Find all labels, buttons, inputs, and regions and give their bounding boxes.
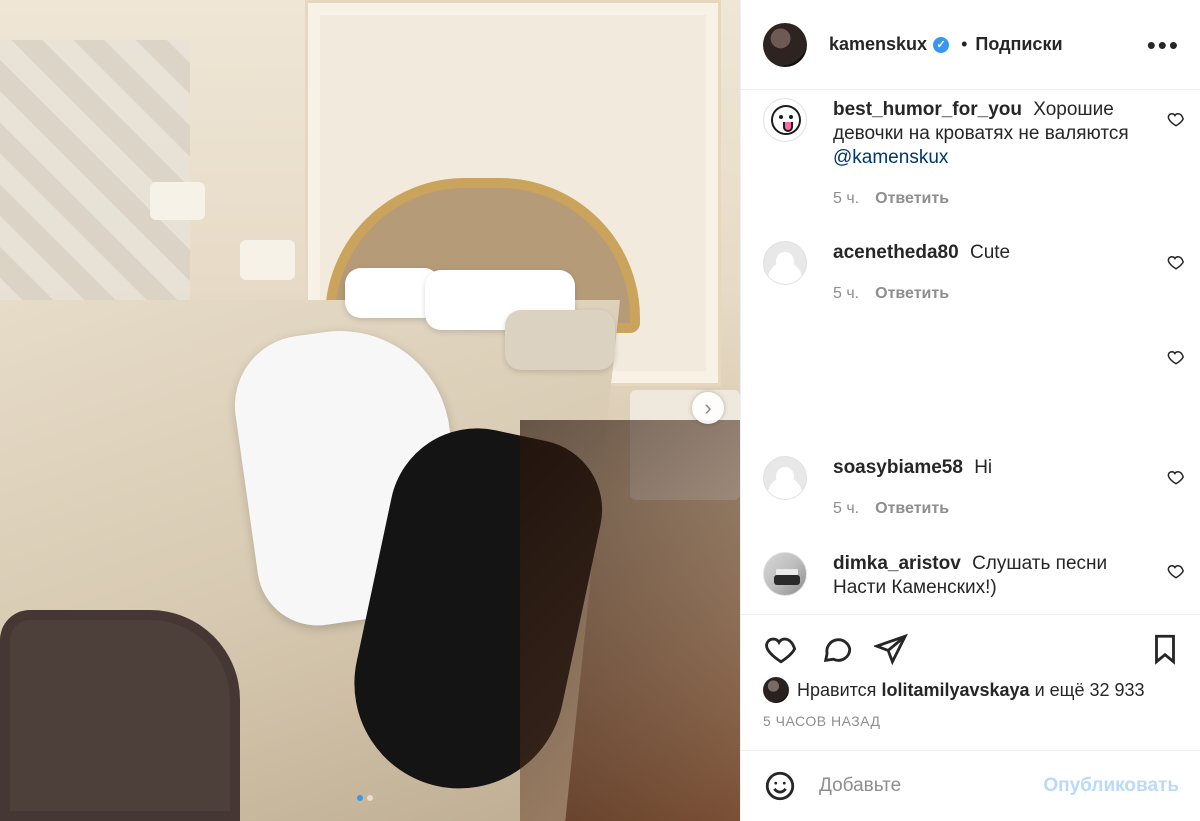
comment-body: Cute	[969, 242, 1011, 263]
comment-username[interactable]: acenetheda80	[833, 242, 959, 263]
chevron-right-icon: ›	[704, 395, 712, 420]
comment-time: 5 ч.	[833, 500, 860, 517]
post-photo: ›	[0, 0, 740, 821]
heart-outline-icon[interactable]	[1167, 562, 1185, 580]
chair	[0, 610, 240, 821]
likes-user[interactable]: lolitamilyavskaya	[881, 680, 1029, 700]
post-timestamp[interactable]: 5 ЧАСОВ НАЗАД	[763, 713, 881, 729]
add-comment-bar: Опубликовать	[741, 750, 1200, 821]
carousel-dot-active	[357, 795, 363, 801]
author-avatar[interactable]	[763, 22, 807, 67]
post-header: kamenskux ✓ • Подписки •••	[741, 0, 1200, 90]
post-side-panel: kamenskux ✓ • Подписки ••• best_humor_fo…	[740, 0, 1200, 821]
likes-prefix: Нравится	[797, 679, 877, 700]
comment-username[interactable]: best_humor_for_you	[833, 99, 1022, 120]
comment-text: dimka_aristov Слушать песни Насти Каменс…	[833, 552, 1143, 600]
likes-row: Нравится lolitamilyavskaya и ещё 32 933	[763, 677, 1145, 703]
comment-time: 5 ч.	[833, 190, 860, 207]
carousel-dot	[367, 795, 373, 801]
heart-outline-icon[interactable]	[763, 631, 799, 667]
comment-time: 5 ч.	[833, 285, 860, 302]
reply-button[interactable]: Ответить	[875, 500, 949, 518]
author-username[interactable]: kamenskux	[829, 34, 927, 55]
send-plane-icon[interactable]	[873, 631, 909, 667]
comments-list[interactable]: best_humor_for_you Хорошие девочки на кр…	[741, 91, 1200, 614]
heart-outline-icon[interactable]	[1167, 253, 1185, 271]
publish-button[interactable]: Опубликовать	[1043, 775, 1179, 797]
following-button[interactable]: Подписки	[975, 34, 1062, 55]
carousel-next-button[interactable]: ›	[692, 392, 724, 424]
default-avatar-icon[interactable]	[763, 456, 807, 500]
comment-mention[interactable]: @kamenskux	[833, 147, 948, 168]
lamp	[240, 240, 295, 280]
post-actions: Нравится lolitamilyavskaya и ещё 32 933 …	[741, 614, 1200, 750]
emoji-smile-icon[interactable]	[763, 769, 797, 803]
verified-badge-icon: ✓	[933, 36, 950, 53]
floor	[520, 420, 740, 821]
reply-button[interactable]: Ответить	[875, 285, 949, 303]
comment-username[interactable]: soasybiame58	[833, 457, 963, 478]
comment-bubble-icon[interactable]	[819, 631, 855, 667]
liker-avatar[interactable]	[763, 677, 789, 703]
comment-text: soasybiame58 Hi	[833, 456, 1143, 480]
smiley-avatar-icon[interactable]	[763, 98, 807, 142]
reply-button[interactable]: Ответить	[875, 190, 949, 208]
comment-meta: 5 ч. Ответить	[833, 190, 949, 208]
comment-text: acenetheda80 Cute	[833, 241, 1143, 265]
photo-avatar-icon[interactable]	[763, 552, 807, 596]
default-avatar-icon[interactable]	[763, 241, 807, 285]
action-icons-row	[763, 631, 1183, 669]
heart-outline-icon[interactable]	[1167, 468, 1185, 486]
likes-text[interactable]: Нравится lolitamilyavskaya и ещё 32 933	[797, 680, 1145, 701]
smiley-avatar-face	[771, 105, 801, 135]
lamp	[150, 182, 205, 220]
separator: •	[961, 34, 968, 54]
more-horizontal-icon[interactable]: •••	[1147, 32, 1180, 58]
heart-outline-icon[interactable]	[1167, 348, 1185, 366]
bookmark-icon[interactable]	[1147, 631, 1183, 667]
comment-meta: 5 ч. Ответить	[833, 500, 949, 518]
comment-meta: 5 ч. Ответить	[833, 285, 949, 303]
likes-suffix[interactable]: и ещё 32 933	[1035, 680, 1145, 700]
heart-outline-icon[interactable]	[1167, 110, 1185, 128]
comment-input[interactable]	[817, 768, 1031, 804]
comment-username[interactable]: dimka_aristov	[833, 553, 961, 574]
comment-text: best_humor_for_you Хорошие девочки на кр…	[833, 98, 1143, 170]
pillow	[505, 310, 615, 370]
carousel-dots	[357, 795, 373, 801]
comment-body: Hi	[974, 457, 993, 478]
